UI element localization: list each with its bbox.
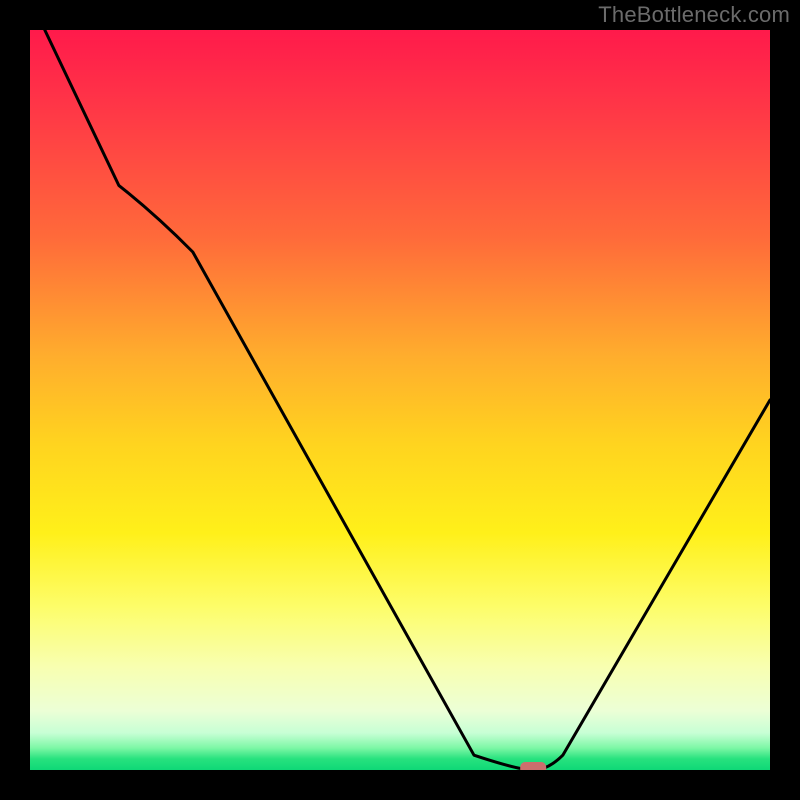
plot-area (30, 30, 770, 770)
chart-frame: TheBottleneck.com (0, 0, 800, 800)
watermark-text: TheBottleneck.com (598, 2, 790, 28)
curve-svg (30, 30, 770, 770)
bottleneck-curve (45, 30, 770, 770)
optimal-marker (520, 762, 546, 770)
